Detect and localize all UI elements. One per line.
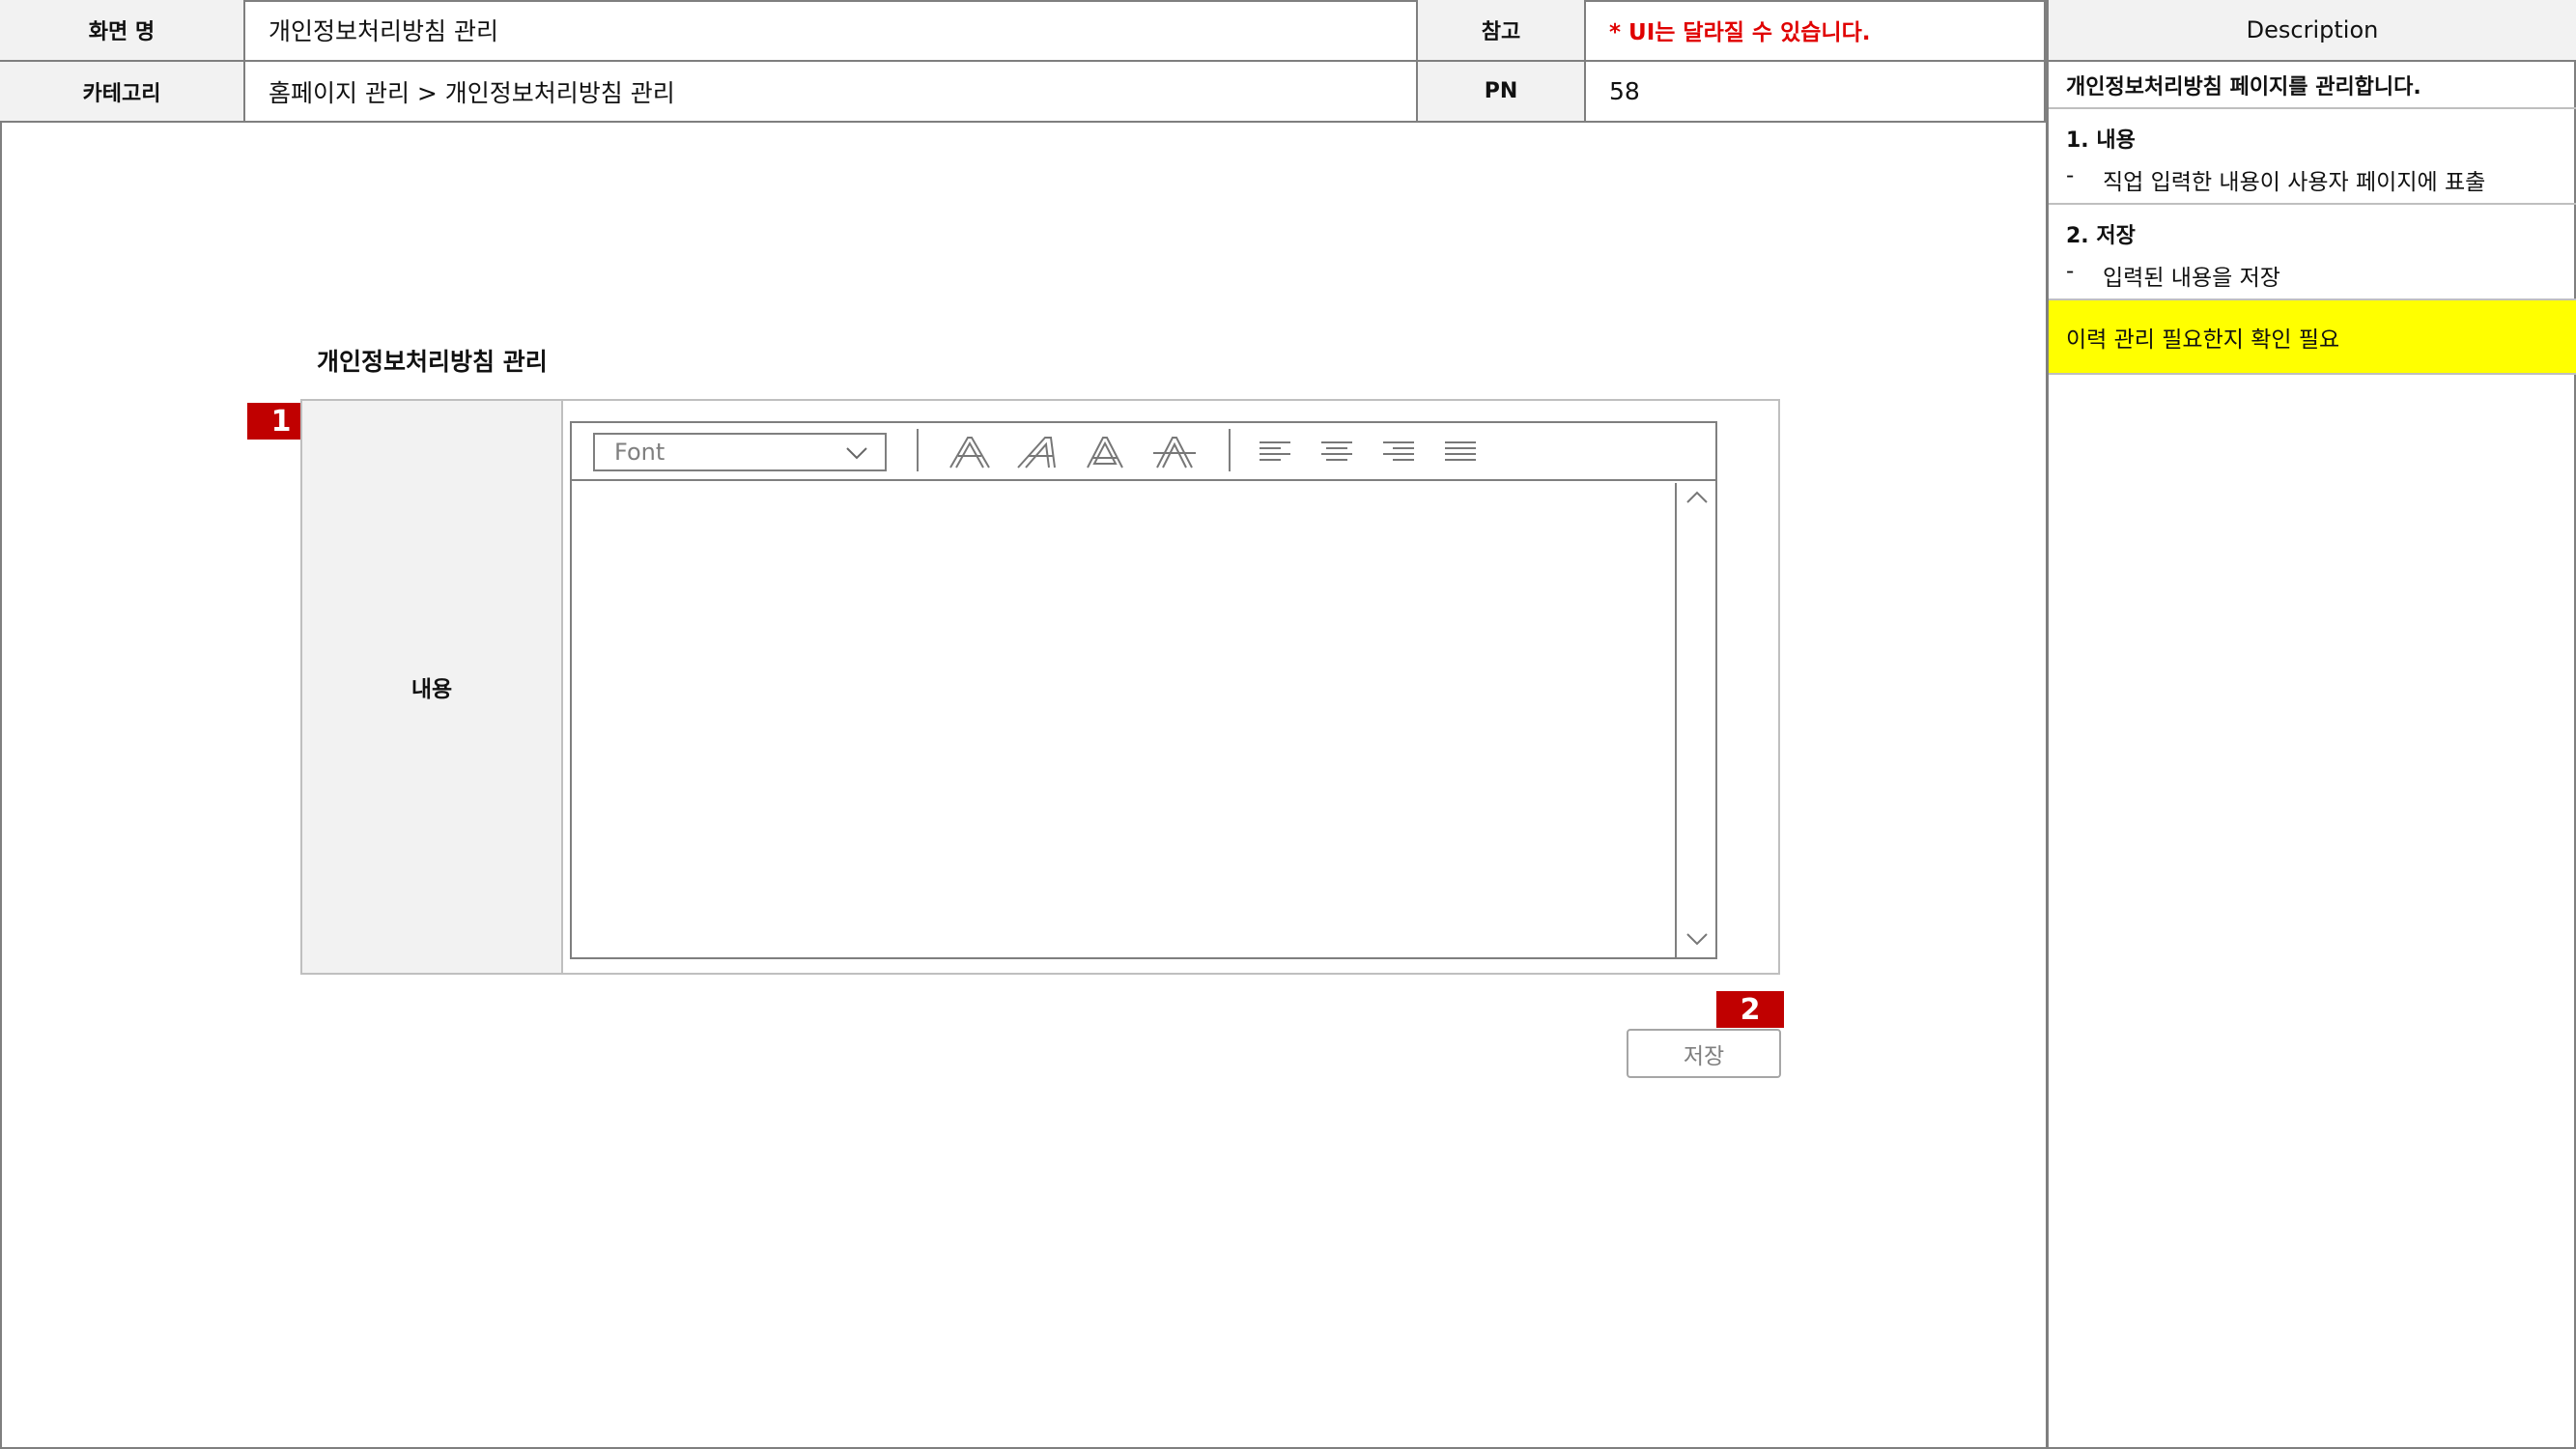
bullet-dash: - [2066, 259, 2075, 284]
reference-value: * UI는 달라질 수 있습니다. [1586, 0, 2046, 62]
description-item-text: 입력된 내용을 저장 [2103, 266, 2280, 291]
font-italic-icon[interactable] [1016, 435, 1062, 469]
screen-name-label: 화면 명 [0, 0, 245, 62]
screen-name-value: 개인정보처리방침 관리 [245, 0, 1418, 62]
pn-value: 58 [1586, 62, 2046, 123]
scroll-down-icon[interactable] [1686, 932, 1708, 946]
reference-label: 참고 [1418, 0, 1586, 62]
pn-label: PN [1418, 62, 1586, 123]
save-button[interactable]: 저장 [1627, 1029, 1781, 1078]
description-item-heading: 2. 저장 [2066, 224, 2136, 248]
align-justify-icon[interactable] [1443, 439, 1478, 466]
editor-text-area[interactable] [572, 483, 1675, 957]
description-item-heading: 1. 내용 [2066, 128, 2136, 153]
scroll-up-icon[interactable] [1686, 491, 1708, 504]
content-label: 내용 [302, 401, 563, 973]
editor-scrollbar[interactable] [1675, 483, 1715, 957]
description-note: 이력 관리 필요한지 확인 필요 [2049, 300, 2576, 375]
marker-2: 2 [1716, 991, 1784, 1028]
toolbar-divider [917, 429, 919, 471]
description-title: Description [2049, 0, 2576, 62]
font-outline-icon[interactable] [1084, 435, 1126, 469]
description-item-content: 1. 내용 - 직업 입력한 내용이 사용자 페이지에 표출 [2049, 109, 2576, 205]
description-item-line: - 입력된 내용을 저장 [2066, 259, 2559, 292]
align-left-icon[interactable] [1258, 439, 1292, 466]
description-summary: 개인정보처리방침 페이지를 관리합니다. [2049, 62, 2576, 109]
editor-toolbar: Font [572, 423, 1715, 481]
chevron-down-icon [846, 446, 867, 460]
rich-text-editor: Font [570, 421, 1717, 959]
font-bold-icon[interactable] [947, 435, 993, 469]
font-select-value: Font [614, 439, 665, 466]
description-item-text: 직업 입력한 내용이 사용자 페이지에 표출 [2103, 170, 2486, 195]
bullet-dash: - [2066, 163, 2075, 188]
font-strikethrough-icon[interactable] [1151, 435, 1198, 469]
align-right-icon[interactable] [1381, 439, 1416, 466]
description-item-save: 2. 저장 - 입력된 내용을 저장 [2049, 205, 2576, 300]
category-value: 홈페이지 관리 > 개인정보처리방침 관리 [245, 62, 1418, 123]
description-item-line: - 직업 입력한 내용이 사용자 페이지에 표출 [2066, 163, 2559, 196]
category-label: 카테고리 [0, 62, 245, 123]
section-title: 개인정보처리방침 관리 [317, 348, 548, 376]
align-center-icon[interactable] [1319, 439, 1354, 466]
toolbar-divider [1229, 429, 1231, 471]
font-select[interactable]: Font [593, 433, 887, 471]
